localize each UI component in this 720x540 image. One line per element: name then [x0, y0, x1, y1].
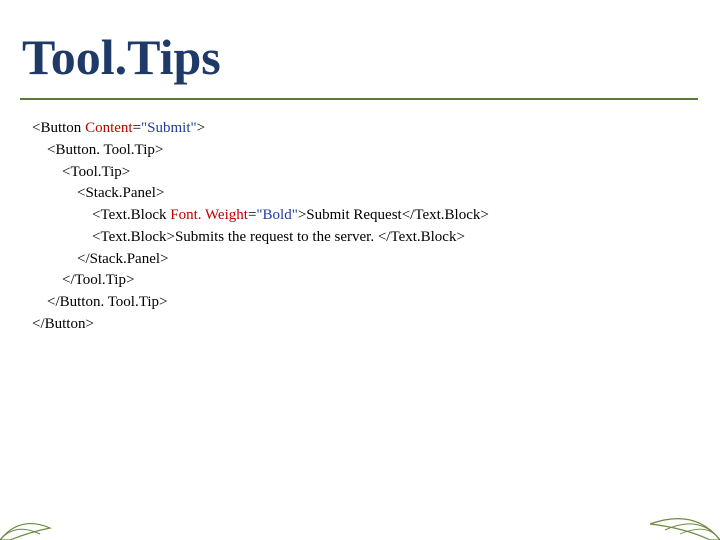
code-line-5: <Text.Block Font. Weight="Bold">Submit R… [32, 207, 489, 223]
code-line-1: <Button Content="Submit"> [32, 120, 205, 136]
code-line-9: </Button. Tool.Tip> [32, 294, 168, 310]
title-underline [20, 98, 698, 100]
code-line-2: <Button. Tool.Tip> [32, 142, 163, 158]
code-line-8: </Tool.Tip> [32, 272, 134, 288]
slide-title: Tool.Tips [22, 28, 221, 86]
code-line-7: </Stack.Panel> [32, 251, 169, 267]
code-line-6: <Text.Block>Submits the request to the s… [32, 229, 465, 245]
code-line-3: <Tool.Tip> [32, 164, 130, 180]
corner-flourish-left-icon [0, 510, 60, 540]
code-block: <Button Content="Submit"> <Button. Tool.… [32, 118, 489, 336]
code-line-10: </Button> [32, 316, 94, 332]
corner-flourish-right-icon [640, 504, 720, 540]
code-line-4: <Stack.Panel> [32, 185, 164, 201]
